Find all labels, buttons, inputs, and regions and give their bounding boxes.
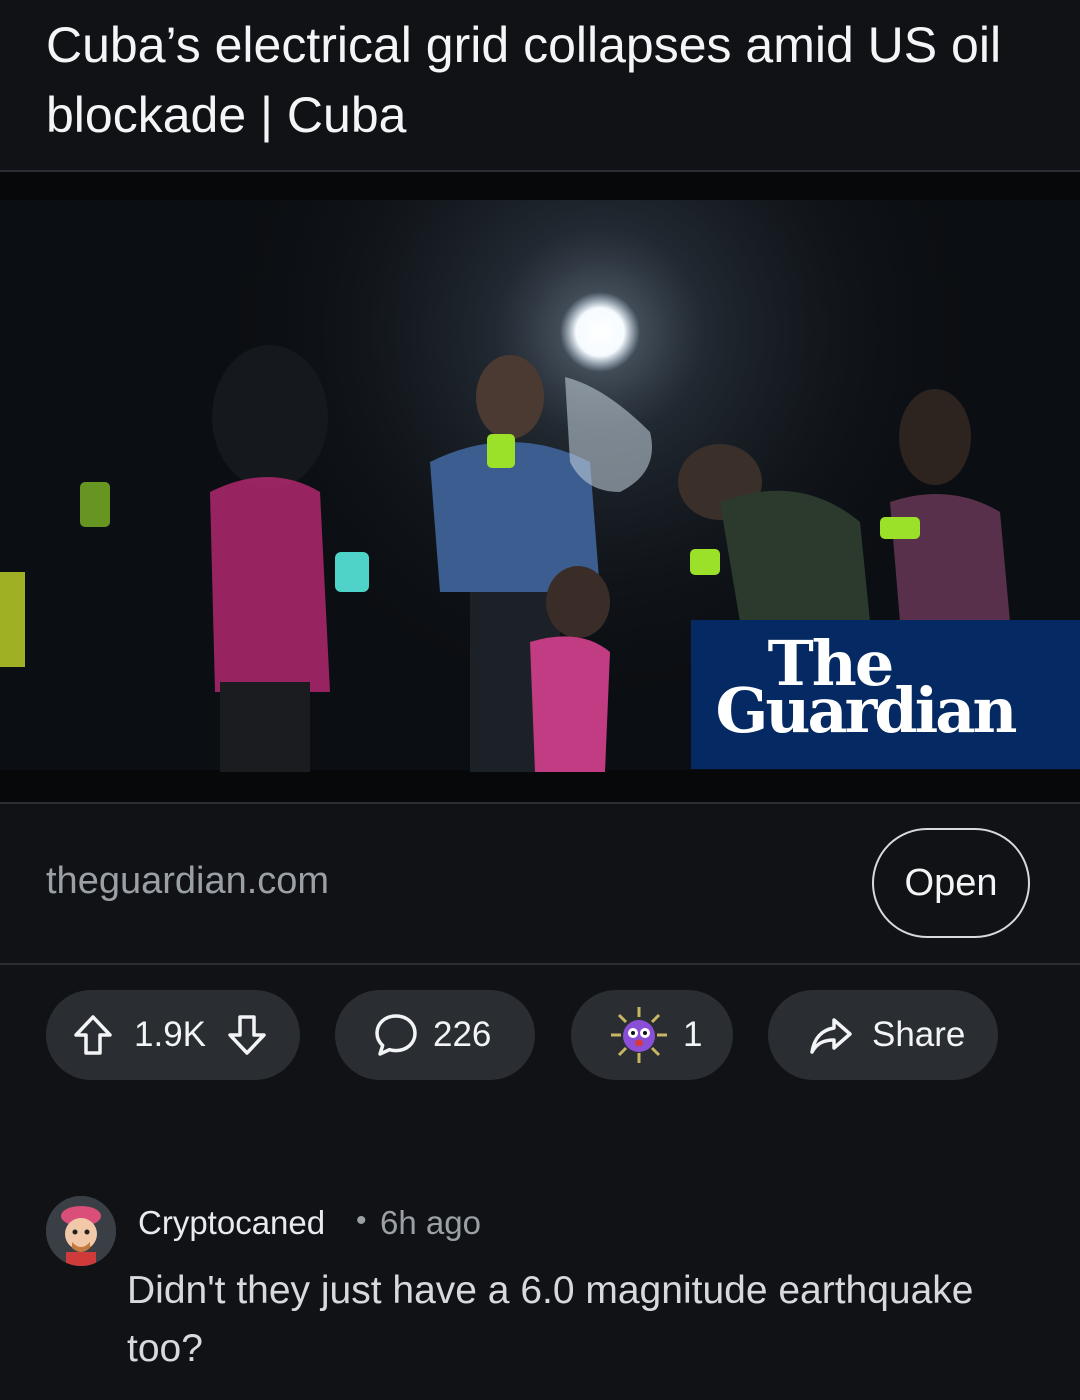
award-count: 1 — [683, 1015, 703, 1054]
share-button[interactable]: Share — [768, 990, 998, 1080]
shocked-award-icon — [609, 1005, 669, 1065]
upvote-arrow-icon[interactable] — [70, 1012, 116, 1058]
comment-count: 226 — [433, 1015, 492, 1054]
link-domain[interactable]: theguardian.com — [46, 860, 329, 903]
divider — [0, 802, 1080, 804]
comment-bubble-icon — [373, 1012, 419, 1058]
post-title[interactable]: Cuba’s electrical grid collapses amid US… — [46, 10, 1046, 150]
link-preview-image[interactable]: The Guardian — [0, 172, 1080, 802]
downvote-arrow-icon[interactable] — [224, 1012, 270, 1058]
share-label: Share — [872, 1015, 966, 1054]
comment-author[interactable]: Cryptocaned — [138, 1204, 325, 1242]
divider — [0, 963, 1080, 965]
vote-count: 1.9K — [134, 1015, 206, 1054]
comments-button[interactable]: 226 — [335, 990, 535, 1080]
comment-timestamp: 6h ago — [380, 1204, 481, 1241]
award-button[interactable]: 1 — [571, 990, 733, 1080]
separator-dot: • — [356, 1204, 367, 1237]
svg-text:Guardian: Guardian — [715, 674, 1016, 747]
open-link-button[interactable]: Open — [872, 828, 1030, 938]
avatar[interactable] — [46, 1196, 116, 1266]
comment-text: Didn't they just have a 6.0 magnitude ea… — [127, 1269, 974, 1370]
share-arrow-icon — [808, 1012, 854, 1058]
vote-bar: 1.9K — [46, 990, 300, 1080]
